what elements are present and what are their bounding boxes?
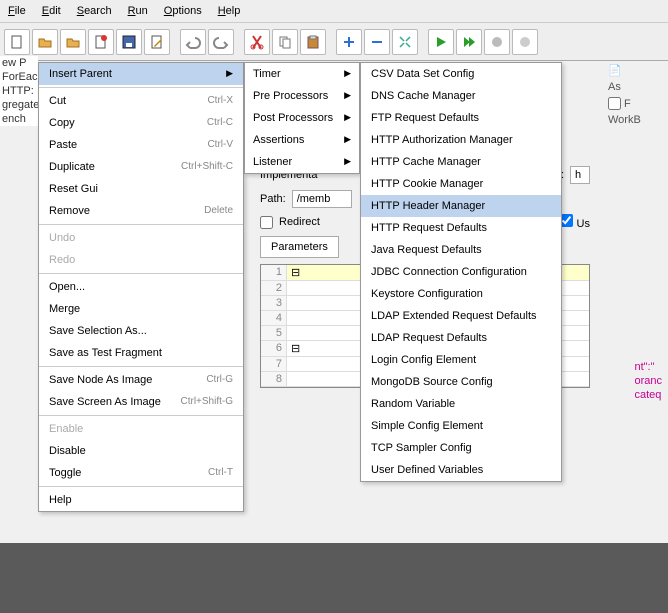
menu-reset-gui[interactable]: Reset Gui: [39, 178, 243, 200]
submenu-item[interactable]: HTTP Cookie Manager: [361, 173, 561, 195]
menu-merge[interactable]: Merge: [39, 298, 243, 320]
menu-open[interactable]: Open...: [39, 276, 243, 298]
context-menu: Insert Parent ▶ CutCtrl-X CopyCtrl-C Pas…: [38, 62, 244, 512]
play-icon[interactable]: [428, 29, 454, 55]
submenu-item[interactable]: HTTP Request Defaults: [361, 217, 561, 239]
menu-paste[interactable]: PasteCtrl-V: [39, 134, 243, 156]
undo-icon[interactable]: [180, 29, 206, 55]
parameters-tab[interactable]: Parameters: [260, 236, 339, 258]
submenu-assertions[interactable]: Assertions▶: [245, 129, 359, 151]
chevron-right-icon: ▶: [344, 156, 351, 168]
use-checkbox[interactable]: [560, 214, 573, 227]
new-file-icon[interactable]: [4, 29, 30, 55]
right-panel-fragments: 📄 As F WorkB: [608, 60, 664, 130]
menu-insert-parent[interactable]: Insert Parent ▶: [39, 63, 243, 85]
as-label: As: [608, 81, 621, 93]
menu-file[interactable]: File: [0, 2, 34, 20]
path-input[interactable]: [292, 190, 352, 208]
f-checkbox[interactable]: [608, 97, 621, 110]
submenu-item[interactable]: TCP Sampler Config: [361, 437, 561, 459]
cut-icon[interactable]: [244, 29, 270, 55]
menu-copy[interactable]: CopyCtrl-C: [39, 112, 243, 134]
submenu-item[interactable]: FTP Request Defaults: [361, 107, 561, 129]
play-fwd-icon[interactable]: [456, 29, 482, 55]
stop-icon[interactable]: [484, 29, 510, 55]
submenu-item[interactable]: CSV Data Set Config: [361, 63, 561, 85]
menu-undo: Undo: [39, 227, 243, 249]
plus-icon[interactable]: [336, 29, 362, 55]
port-input[interactable]: [570, 166, 590, 184]
minus-icon[interactable]: [364, 29, 390, 55]
menu-remove[interactable]: RemoveDelete: [39, 200, 243, 222]
submenu-post-processors[interactable]: Post Processors▶: [245, 107, 359, 129]
submenu-item[interactable]: Random Variable: [361, 393, 561, 415]
redirect-label: Redirect: [279, 216, 320, 228]
submenu-item[interactable]: MongoDB Source Config: [361, 371, 561, 393]
tree-item[interactable]: gregate: [0, 98, 38, 112]
submenu-item[interactable]: LDAP Extended Request Defaults: [361, 305, 561, 327]
menu-options[interactable]: Options: [156, 2, 210, 20]
chevron-right-icon: ▶: [344, 112, 351, 124]
insert-parent-submenu: Timer▶ Pre Processors▶ Post Processors▶ …: [244, 62, 360, 174]
expand-icon[interactable]: [392, 29, 418, 55]
submenu-timer[interactable]: Timer▶: [245, 63, 359, 85]
menu-label: Insert Parent: [49, 68, 112, 80]
submenu-item[interactable]: DNS Cache Manager: [361, 85, 561, 107]
submenu-item[interactable]: User Defined Variables: [361, 459, 561, 481]
submenu-listener[interactable]: Listener▶: [245, 151, 359, 173]
tree-item[interactable]: ForEac: [0, 70, 38, 84]
menu-save-node-image[interactable]: Save Node As ImageCtrl-G: [39, 369, 243, 391]
menu-run[interactable]: Run: [120, 2, 156, 20]
open-alt-icon[interactable]: [60, 29, 86, 55]
menu-disable[interactable]: Disable: [39, 440, 243, 462]
chevron-right-icon: ▶: [344, 68, 351, 80]
menu-enable: Enable: [39, 418, 243, 440]
submenu-item[interactable]: HTTP Authorization Manager: [361, 129, 561, 151]
menu-help[interactable]: Help: [39, 489, 243, 511]
menu-cut[interactable]: CutCtrl-X: [39, 90, 243, 112]
bottom-status-bar: [0, 543, 668, 613]
redo-icon[interactable]: [208, 29, 234, 55]
submenu-item[interactable]: Login Config Element: [361, 349, 561, 371]
submenu-item[interactable]: Java Request Defaults: [361, 239, 561, 261]
menu-search[interactable]: Search: [69, 2, 120, 20]
submenu-pre-processors[interactable]: Pre Processors▶: [245, 85, 359, 107]
chevron-right-icon: ▶: [344, 134, 351, 146]
menu-toggle[interactable]: ToggleCtrl-T: [39, 462, 243, 484]
submenu-item[interactable]: JDBC Connection Configuration: [361, 261, 561, 283]
submenu-item-http-header-manager[interactable]: HTTP Header Manager: [361, 195, 561, 217]
submenu-item[interactable]: Keystore Configuration: [361, 283, 561, 305]
menubar: File Edit Search Run Options Help: [0, 0, 668, 23]
tree-item[interactable]: ench: [0, 112, 38, 126]
submenu-item[interactable]: LDAP Request Defaults: [361, 327, 561, 349]
toolbar: [0, 23, 668, 61]
redirect-checkbox[interactable]: [260, 216, 273, 229]
tree-pane[interactable]: ew P ForEac HTTP: gregate ench: [0, 56, 38, 126]
menu-save-selection[interactable]: Save Selection As...: [39, 320, 243, 342]
tree-item[interactable]: ew P: [0, 56, 38, 70]
code-fragment: nt":" oranc cateq: [634, 360, 662, 402]
cancel-file-icon[interactable]: [88, 29, 114, 55]
copy-icon[interactable]: [272, 29, 298, 55]
config-element-submenu: CSV Data Set Config DNS Cache Manager FT…: [360, 62, 562, 482]
workbench-label: WorkB: [608, 114, 641, 126]
edit-doc-icon[interactable]: [144, 29, 170, 55]
submenu-item[interactable]: Simple Config Element: [361, 415, 561, 437]
menu-save-screen-image[interactable]: Save Screen As ImageCtrl+Shift-G: [39, 391, 243, 413]
menu-redo: Redo: [39, 249, 243, 271]
tree-item[interactable]: HTTP:: [0, 84, 38, 98]
menu-save-fragment[interactable]: Save as Test Fragment: [39, 342, 243, 364]
path-label: Path:: [260, 193, 286, 205]
chevron-right-icon: ▶: [344, 90, 351, 102]
open-icon[interactable]: [32, 29, 58, 55]
menu-help[interactable]: Help: [210, 2, 249, 20]
clock-icon[interactable]: [512, 29, 538, 55]
menu-edit[interactable]: Edit: [34, 2, 69, 20]
save-icon[interactable]: [116, 29, 142, 55]
paste-icon[interactable]: [300, 29, 326, 55]
submenu-item[interactable]: HTTP Cache Manager: [361, 151, 561, 173]
chevron-right-icon: ▶: [226, 68, 233, 80]
menu-duplicate[interactable]: DuplicateCtrl+Shift-C: [39, 156, 243, 178]
fragment-icon: 📄: [608, 64, 664, 77]
